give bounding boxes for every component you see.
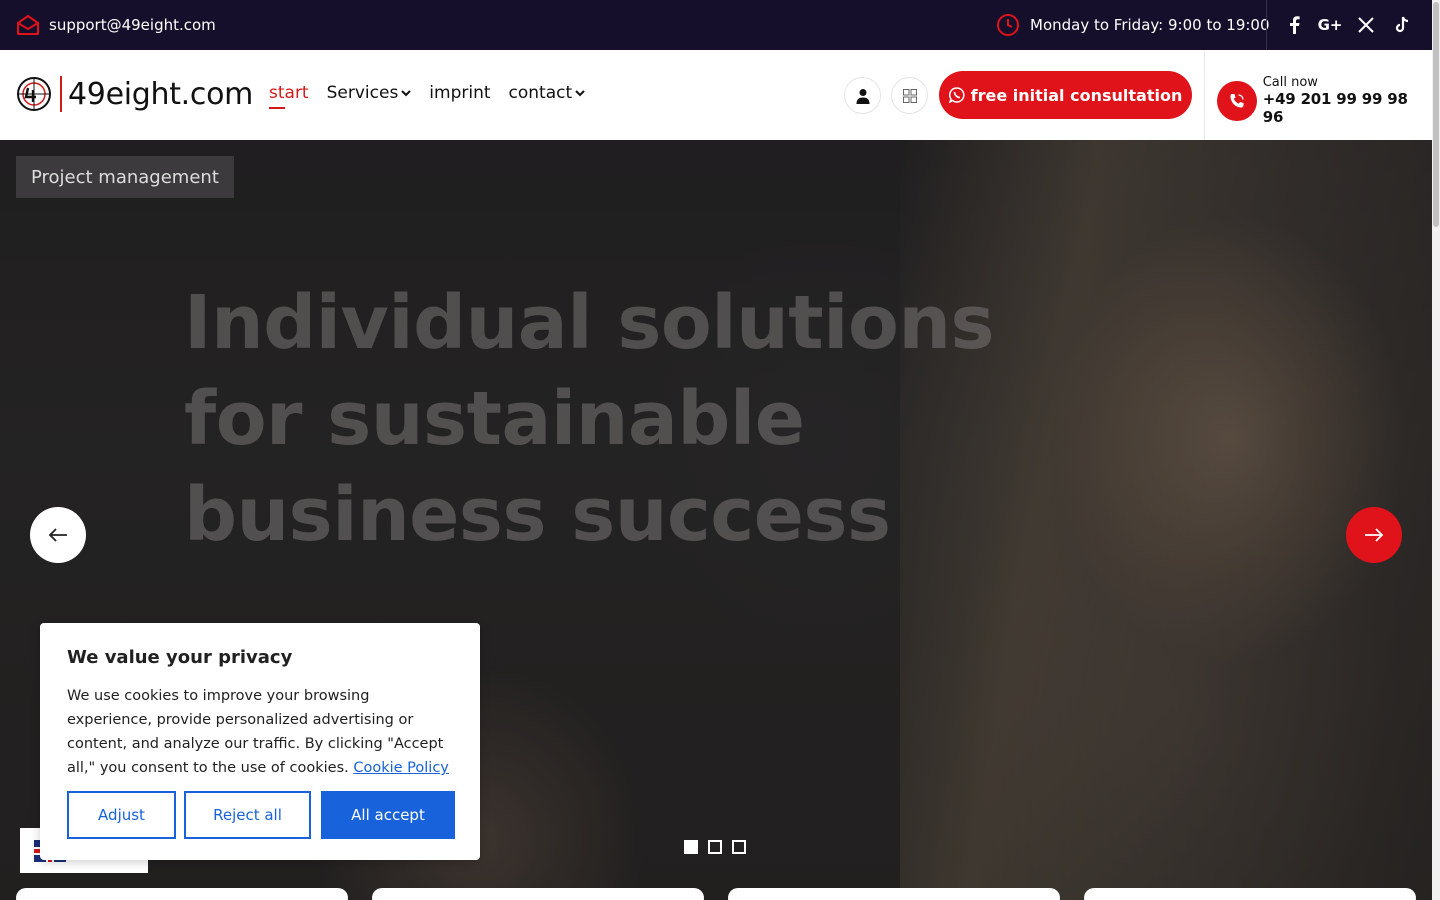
cookie-text: We use cookies to improve your browsing …: [67, 684, 457, 780]
logo-text: 49eight.com: [68, 76, 254, 112]
logo-separator: [60, 76, 62, 112]
facebook-icon[interactable]: [1284, 15, 1304, 35]
cookie-adjust-button[interactable]: Adjust: [67, 791, 176, 839]
cookie-consent-dialog: We value your privacy We use cookies to …: [40, 623, 480, 860]
main-header: 49eight.com start Services imprint conta…: [0, 50, 1432, 140]
slider-dot-1[interactable]: [684, 840, 698, 854]
business-hours: Monday to Friday: 9:00 to 19:00: [996, 0, 1270, 50]
cookie-title: We value your privacy: [67, 647, 293, 668]
hours-text: Monday to Friday: 9:00 to 19:00: [1030, 16, 1270, 34]
social-links: G+: [1284, 0, 1412, 50]
consultation-label: free initial consultation: [970, 85, 1183, 105]
topbar-divider: [1266, 0, 1267, 50]
site-logo[interactable]: 49eight.com: [16, 76, 253, 112]
cookie-reject-button[interactable]: Reject all: [184, 791, 311, 839]
slider-prev-button[interactable]: [30, 507, 86, 563]
service-card[interactable]: [1084, 888, 1416, 900]
whatsapp-icon: [948, 87, 965, 103]
nav-imprint-label: imprint: [429, 83, 491, 103]
slider-next-button[interactable]: [1346, 507, 1402, 563]
service-card[interactable]: [728, 888, 1060, 900]
call-text: Call now +49 201 99 99 98 96: [1263, 75, 1432, 126]
scrollbar-thumb[interactable]: [1433, 2, 1439, 227]
hero-title: Individual solutions for sustainable bus…: [184, 280, 995, 558]
menu-grid-button[interactable]: [891, 77, 928, 114]
call-now[interactable]: Call now +49 201 99 99 98 96: [1217, 75, 1432, 126]
logo-mark-icon: [17, 77, 51, 111]
account-button[interactable]: [844, 77, 881, 114]
arrow-right-icon: [1365, 528, 1384, 542]
nav-contact[interactable]: contact: [509, 83, 586, 103]
chevron-down-icon: [575, 90, 585, 97]
slider-dot-2[interactable]: [708, 840, 722, 854]
mail-icon: [17, 15, 39, 35]
nav-start-label: start: [269, 83, 309, 103]
call-number[interactable]: +49 201 99 99 98 96: [1263, 90, 1432, 126]
call-label: Call now: [1262, 75, 1318, 90]
user-icon: [856, 88, 869, 104]
phone-icon: [1217, 80, 1257, 121]
tiktok-icon[interactable]: [1392, 15, 1412, 35]
service-card[interactable]: [16, 888, 348, 900]
x-icon[interactable]: [1356, 15, 1376, 35]
cookie-accept-button[interactable]: All accept: [321, 791, 455, 839]
email-contact[interactable]: support@49eight.com: [16, 14, 216, 36]
header-divider: [1204, 50, 1205, 140]
cookie-buttons: Adjust Reject all All accept: [67, 791, 455, 839]
arrow-left-icon: [48, 528, 67, 542]
nav-services-label: Services: [326, 83, 399, 103]
clock-icon: [997, 14, 1019, 36]
top-bar: support@49eight.com Monday to Friday: 9:…: [0, 0, 1432, 50]
slider-dots: [684, 840, 746, 854]
consultation-button[interactable]: free initial consultation: [939, 71, 1192, 119]
nav-contact-label: contact: [508, 83, 573, 103]
main-nav: start Services imprint contact: [269, 83, 586, 109]
page-scrollbar[interactable]: [1432, 0, 1440, 900]
chevron-down-icon: [401, 90, 412, 97]
email-text: support@49eight.com: [49, 16, 216, 34]
google-plus-icon[interactable]: G+: [1318, 15, 1343, 35]
nav-services[interactable]: Services: [327, 83, 412, 103]
grid-icon: [902, 88, 917, 103]
nav-start[interactable]: start: [269, 83, 309, 109]
slider-dot-3[interactable]: [732, 840, 746, 854]
cookie-policy-link[interactable]: Cookie Policy: [353, 760, 449, 776]
nav-imprint[interactable]: imprint: [429, 83, 490, 103]
hero-tag: Project management: [16, 156, 234, 198]
service-card[interactable]: [372, 888, 704, 900]
